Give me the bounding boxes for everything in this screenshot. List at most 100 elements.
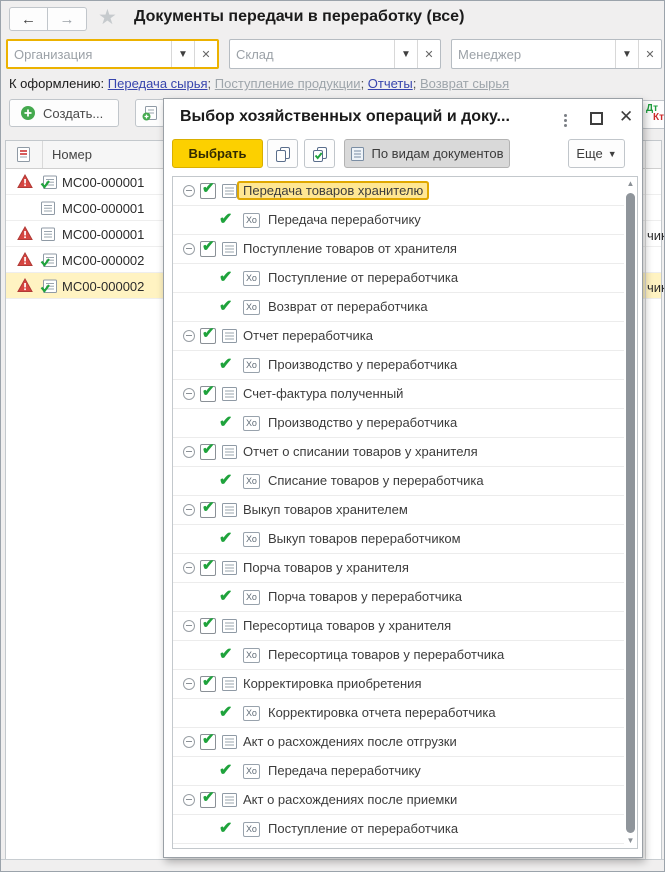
tree-item-row[interactable]: ✔ Хо Списание товаров у переработчика [173,467,624,496]
number-column-header[interactable]: Номер [52,147,92,162]
warning-icon [17,277,33,296]
back-button[interactable]: ← [9,7,48,31]
tree-item-row[interactable]: ✔ Хо Поступление от переработчика [173,815,624,844]
tree-group-row[interactable]: ✔ Выкуп товаров хранителем [173,496,624,525]
checked-icon[interactable]: ✔ [219,702,232,722]
warehouse-dropdown-icon[interactable]: ▼ [394,40,417,68]
tree-group-row[interactable]: ✔ Отчет о списании товаров у хранителя [173,438,624,467]
group-checkbox[interactable]: ✔ [200,238,216,257]
checked-icon[interactable]: ✔ [219,644,232,664]
by-document-types-toggle[interactable]: По видам документов [344,139,510,168]
dialog-maximize-icon[interactable] [590,112,603,125]
tree-item-row[interactable]: ✔Хо [173,844,624,848]
group-checkbox[interactable]: ✔ [200,673,216,692]
document-icon [40,200,56,219]
manager-input[interactable] [452,40,615,68]
warehouse-input[interactable] [230,40,394,68]
checked-icon[interactable]: ✔ [219,296,232,316]
show-postings-button[interactable]: Дт Кт [641,100,664,129]
checked-icon[interactable]: ✔ [219,354,232,374]
collapse-toggle-icon[interactable] [183,185,195,197]
checked-icon[interactable]: ✔ [219,586,232,606]
tree-item-row[interactable]: ✔ Хо Передача переработчику [173,206,624,235]
collapse-toggle-icon[interactable] [183,330,195,342]
collapse-toggle-icon[interactable] [183,446,195,458]
document-type-icon [221,444,238,463]
tree-item-row[interactable]: ✔ Хо Производство у переработчика [173,351,624,380]
checked-icon[interactable]: ✔ [219,818,232,838]
group-checkbox[interactable]: ✔ [200,325,216,344]
dialog-title: Выбор хозяйственных операций и доку... [180,108,510,125]
check-all-button[interactable] [304,139,335,168]
favorite-star-icon[interactable]: ★ [98,5,117,30]
group-checkbox[interactable]: ✔ [200,383,216,402]
group-checkbox[interactable]: ✔ [200,499,216,518]
tree-item-label: Пересортица товаров у переработчика [268,647,505,662]
tree-group-row[interactable]: ✔ Поступление товаров от хранителя [173,235,624,264]
checked-icon[interactable]: ✔ [219,412,232,432]
create-button[interactable]: Создать... [9,99,119,127]
organization-clear-icon[interactable]: ✕ [194,41,217,67]
more-button[interactable]: Еще ▼ [568,139,625,168]
tree-group-row[interactable]: ✔ Акт о расхождениях после приемки [173,786,624,815]
group-checkbox[interactable]: ✔ [200,615,216,634]
tree-group-row[interactable]: ✔ Пересортица товаров у хранителя [173,612,624,641]
group-checkbox[interactable]: ✔ [200,557,216,576]
link-reports[interactable]: Отчеты [368,76,413,91]
checked-icon[interactable]: ✔ [219,209,232,229]
tree-item-row[interactable]: ✔ Хо Пересортица товаров у переработчика [173,641,624,670]
checked-icon[interactable]: ✔ [219,267,232,287]
group-checkbox[interactable]: ✔ [200,789,216,808]
tree-group-label: Корректировка приобретения [243,676,422,691]
checked-icon[interactable]: ✔ [219,528,232,548]
link-raw-transfer[interactable]: Передача сырья [108,76,208,91]
tree-item-row[interactable]: ✔ Хо Корректировка отчета переработчика [173,699,624,728]
tree-group-row[interactable]: ✔ Счет-фактура полученный [173,380,624,409]
tree-group-row[interactable]: ✔ Акт о расхождениях после отгрузки [173,728,624,757]
tree-item-row[interactable]: ✔ Хо Производство у переработчика [173,409,624,438]
checked-icon[interactable]: ✔ [219,847,232,848]
create-by-copy-button[interactable] [135,99,165,127]
group-checkbox[interactable]: ✔ [200,731,216,750]
dialog-menu-icon[interactable] [558,110,572,130]
tree-item-row[interactable]: ✔ Хо Передача переработчику [173,757,624,786]
checked-icon[interactable]: ✔ [219,760,232,780]
dialog-close-icon[interactable]: ✕ [619,107,633,127]
tree-scrollbar[interactable]: ▲ ▼ [624,177,637,848]
manager-clear-icon[interactable]: ✕ [638,40,661,68]
group-checkbox[interactable]: ✔ [200,441,216,460]
tree-group-row[interactable]: ✔ Отчет переработчика [173,322,624,351]
scroll-up-icon[interactable]: ▲ [624,177,637,191]
tree-group-row[interactable]: ✔ Передача товаров хранителю [173,177,624,206]
select-button[interactable]: Выбрать [172,139,263,168]
tree-group-row[interactable]: ✔ Корректировка приобретения [173,670,624,699]
organization-filter: ▼ ✕ [6,39,219,69]
tree-item-row[interactable]: ✔ Хо Поступление от переработчика [173,264,624,293]
copy-list-button[interactable] [267,139,298,168]
collapse-toggle-icon[interactable] [183,388,195,400]
collapse-toggle-icon[interactable] [183,504,195,516]
tree-item-row[interactable]: ✔ Хо Порча товаров у переработчика [173,583,624,612]
operation-icon: Хо [243,590,260,605]
scroll-down-icon[interactable]: ▼ [624,834,637,848]
collapse-toggle-icon[interactable] [183,678,195,690]
tree-group-label: Поступление товаров от хранителя [243,241,457,256]
tree-item-row[interactable]: ✔ Хо Возврат от переработчика [173,293,624,322]
organization-input[interactable] [8,41,171,67]
collapse-toggle-icon[interactable] [183,620,195,632]
manager-dropdown-icon[interactable]: ▼ [615,40,638,68]
tree-item-row[interactable]: ✔ Хо Выкуп товаров переработчиком [173,525,624,554]
collapse-toggle-icon[interactable] [183,562,195,574]
collapse-toggle-icon[interactable] [183,243,195,255]
operation-icon: Хо [243,416,260,431]
scrollbar-thumb[interactable] [626,193,635,833]
forward-button[interactable]: → [48,7,87,31]
collapse-toggle-icon[interactable] [183,736,195,748]
organization-dropdown-icon[interactable]: ▼ [171,41,194,67]
group-checkbox[interactable]: ✔ [200,180,216,199]
tree-group-row[interactable]: ✔ Порча товаров у хранителя [173,554,624,583]
collapse-toggle-icon[interactable] [183,794,195,806]
warehouse-clear-icon[interactable]: ✕ [417,40,440,68]
tree-group-label: Счет-фактура полученный [243,386,404,401]
checked-icon[interactable]: ✔ [219,470,232,490]
